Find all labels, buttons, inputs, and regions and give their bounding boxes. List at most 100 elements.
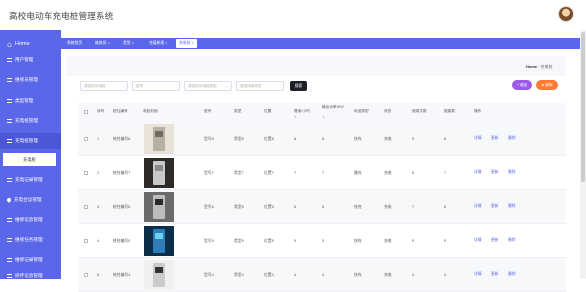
sidebar-item-2[interactable]: 类型管理 bbox=[0, 93, 61, 109]
list-icon bbox=[7, 178, 12, 182]
column-header-8[interactable]: 电池类型 bbox=[354, 109, 380, 114]
select-all-checkbox[interactable] bbox=[84, 110, 88, 114]
detail-link[interactable]: 详情 bbox=[474, 136, 482, 141]
delete-button[interactable]: ⊗ 删除 bbox=[536, 80, 558, 90]
cell-no: 2 bbox=[97, 171, 100, 175]
delete-link[interactable]: 删除 bbox=[508, 272, 516, 277]
tab-2[interactable]: 类型 × bbox=[120, 39, 137, 48]
cell-pos: 位置8 bbox=[264, 137, 274, 141]
column-header-4[interactable]: 类型 bbox=[234, 109, 260, 114]
row-checkbox[interactable] bbox=[84, 171, 88, 175]
column-header-7[interactable]: 输出功率/KW bbox=[322, 105, 350, 110]
content-header bbox=[66, 56, 566, 76]
column-header-3[interactable]: 型号 bbox=[204, 109, 230, 114]
app-title: 高校电动车充电桩管理系统 bbox=[9, 11, 114, 21]
sidebar-item-10[interactable]: 损坏信息管理 bbox=[0, 268, 61, 284]
delete-button-label: 删除 bbox=[545, 82, 553, 87]
sidebar-item-3[interactable]: 充电桩管理 bbox=[0, 113, 61, 129]
delete-link[interactable]: 删除 bbox=[508, 136, 516, 141]
row-checkbox[interactable] bbox=[84, 205, 88, 209]
cell-battery: 慢充 bbox=[354, 171, 362, 175]
tab-3[interactable]: 充值新规 × bbox=[146, 39, 170, 48]
update-link[interactable]: 更新 bbox=[491, 170, 499, 175]
sort-icon[interactable]: ⇕ bbox=[294, 115, 297, 120]
sidebar-item-8[interactable]: 维修任务管理 bbox=[0, 232, 61, 248]
sidebar-item-6[interactable]: 充电合议管理 bbox=[0, 192, 61, 208]
update-link[interactable]: 更新 bbox=[491, 204, 499, 209]
user-avatar[interactable] bbox=[558, 6, 574, 22]
cell-power: 7 bbox=[322, 171, 325, 175]
detail-link[interactable]: 详情 bbox=[474, 204, 482, 209]
cell-status: 充电 bbox=[384, 171, 392, 175]
add-button[interactable]: + 增加 bbox=[512, 80, 532, 90]
filter-repairer-input[interactable]: 请选择维修员 bbox=[236, 81, 284, 91]
tab-1[interactable]: 维修员 × bbox=[92, 39, 113, 48]
cell-code: 桩柱编号4 bbox=[113, 273, 131, 277]
update-link[interactable]: 更新 bbox=[491, 272, 499, 277]
sidebar-item-4[interactable]: 充电桩管理 bbox=[0, 133, 61, 149]
column-header-11[interactable]: 报废数 bbox=[444, 109, 470, 114]
tab-4[interactable]: 充电桩 × bbox=[176, 39, 197, 48]
charger-screen-shape bbox=[155, 267, 163, 273]
chevron-down-icon: ⌄ bbox=[224, 84, 228, 88]
cell-scrap: 4 bbox=[444, 273, 447, 277]
detail-link[interactable]: 详情 bbox=[474, 170, 482, 175]
cell-type: 类型7 bbox=[234, 171, 244, 175]
cell-status: 充电 bbox=[384, 273, 392, 277]
tab-bar bbox=[61, 38, 583, 49]
column-header-9[interactable]: 状态 bbox=[384, 109, 410, 114]
cell-battery: 快充 bbox=[354, 273, 362, 277]
cell-model: 型号6 bbox=[204, 205, 214, 209]
column-header-2[interactable]: 电桩封面 bbox=[143, 109, 169, 114]
cell-scrap: 8 bbox=[444, 137, 447, 141]
sort-icon[interactable]: ⇕ bbox=[322, 115, 325, 120]
cell-no: 4 bbox=[97, 239, 100, 243]
cell-status: 充电 bbox=[384, 137, 392, 141]
cell-code: 桩柱编号6 bbox=[113, 205, 131, 209]
sidebar-subitem-charger[interactable]: 充电桩 bbox=[3, 153, 56, 166]
detail-link[interactable]: 详情 bbox=[474, 238, 482, 243]
cell-uses: 8 bbox=[412, 171, 415, 175]
sidebar-item-1[interactable]: 维修员管理 bbox=[0, 72, 61, 88]
update-link[interactable]: 更新 bbox=[491, 238, 499, 243]
update-link[interactable]: 更新 bbox=[491, 136, 499, 141]
row-checkbox[interactable] bbox=[84, 239, 88, 243]
filter-charger-input[interactable]: 请选择充电桩 bbox=[80, 81, 128, 91]
cell-type: 类型5 bbox=[234, 239, 244, 243]
tab-0[interactable]: 系统首页 bbox=[64, 39, 85, 48]
search-button[interactable]: 搜索 bbox=[290, 81, 307, 91]
cell-type: 类型4 bbox=[234, 273, 244, 277]
scrollbar-thumb[interactable] bbox=[581, 32, 585, 182]
filter-type-select[interactable]: 请选择充电桩类型 ⌄ bbox=[184, 81, 232, 91]
row-checkbox[interactable] bbox=[84, 273, 88, 277]
charger-screen-shape bbox=[155, 199, 163, 205]
delete-link[interactable]: 删除 bbox=[508, 238, 516, 243]
cell-model: 型号4 bbox=[204, 273, 214, 277]
detail-link[interactable]: 详情 bbox=[474, 272, 482, 277]
column-header-6[interactable]: 费用/小时 bbox=[294, 109, 320, 114]
sidebar-item-label: 维修信息管理 bbox=[15, 217, 43, 222]
column-header-10[interactable]: 使用次数 bbox=[412, 109, 438, 114]
column-header-1[interactable]: 桩柱编号 bbox=[113, 109, 139, 114]
sidebar-item-0[interactable]: 用户管理 bbox=[0, 52, 61, 68]
trash-icon: ⊗ bbox=[541, 83, 545, 87]
sidebar-item-7[interactable]: 维修信息管理 bbox=[0, 212, 61, 228]
column-header-5[interactable]: 位置 bbox=[264, 109, 290, 114]
row-checkbox[interactable] bbox=[84, 137, 88, 141]
cell-uses: 7 bbox=[412, 205, 415, 209]
sidebar-item-home[interactable]: Home bbox=[0, 36, 61, 52]
breadcrumb-current: 充电桩 bbox=[540, 64, 553, 69]
delete-link[interactable]: 删除 bbox=[508, 170, 516, 175]
cell-power: 6 bbox=[322, 205, 325, 209]
breadcrumb: Home / 充电桩 bbox=[526, 64, 553, 69]
delete-link[interactable]: 删除 bbox=[508, 204, 516, 209]
filter-model-input[interactable]: 型号 bbox=[132, 81, 180, 91]
column-header-12[interactable]: 操作 bbox=[474, 109, 500, 114]
sidebar-item-9[interactable]: 维修记录管理 bbox=[0, 252, 61, 268]
sidebar-item-5[interactable]: 充电记录管理 bbox=[0, 172, 61, 188]
cell-code: 桩柱编号5 bbox=[113, 239, 131, 243]
cell-power: 8 bbox=[322, 137, 325, 141]
breadcrumb-home[interactable]: Home bbox=[526, 64, 537, 69]
sidebar-item-label: 类型管理 bbox=[15, 98, 34, 103]
list-icon bbox=[7, 78, 12, 82]
